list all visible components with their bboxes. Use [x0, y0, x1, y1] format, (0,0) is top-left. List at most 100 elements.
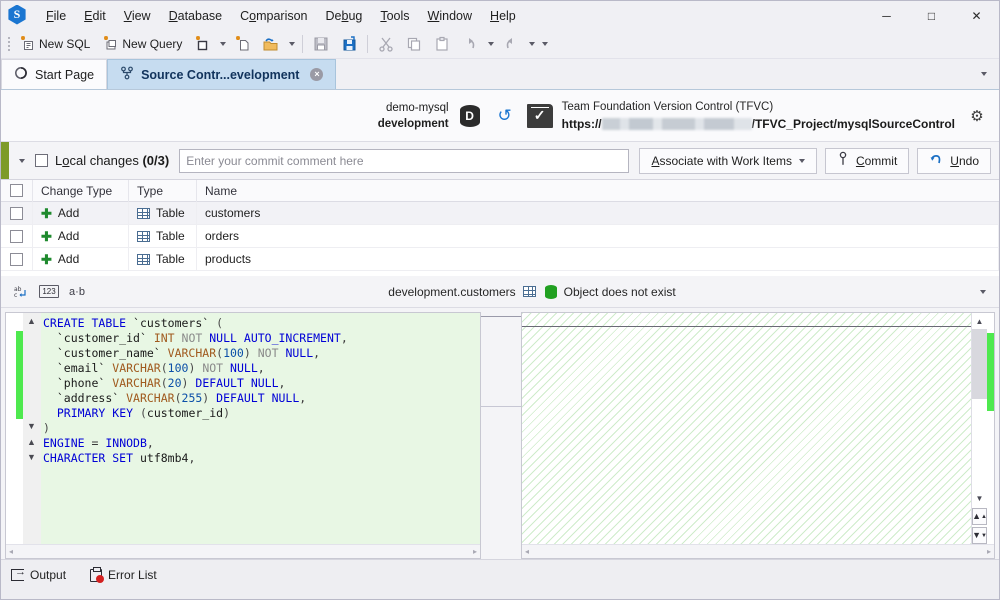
- column-header-type[interactable]: Type: [129, 179, 197, 202]
- table-row[interactable]: ✚ Add Table products: [1, 247, 999, 271]
- menu-item-help[interactable]: Help: [481, 5, 525, 27]
- refresh-icon: ↺: [497, 105, 512, 125]
- settings-gear-button[interactable]: ⚙: [965, 104, 989, 128]
- line-numbers-icon[interactable]: 123: [37, 281, 61, 303]
- menu-item-database[interactable]: Database: [160, 5, 232, 27]
- menu-item-window[interactable]: Window: [419, 5, 481, 27]
- hscroll-left-icon[interactable]: ◂: [525, 547, 529, 556]
- row-checkbox[interactable]: [10, 229, 23, 243]
- dock-tab-output[interactable]: Output: [1, 564, 80, 586]
- cut-button[interactable]: [372, 33, 400, 56]
- row-checkbox[interactable]: [10, 252, 23, 266]
- left-editor-margin: [6, 313, 16, 544]
- menu-item-debug[interactable]: Debug: [317, 5, 372, 27]
- row-select-cell[interactable]: [1, 224, 33, 248]
- diff-toolbar-overflow-button[interactable]: [971, 281, 995, 303]
- database-icon: D: [457, 102, 483, 130]
- refresh-button[interactable]: ↺: [491, 102, 519, 130]
- menu-item-edit[interactable]: Edit: [75, 5, 115, 27]
- scroll-next-change-icon[interactable]: ▼: [27, 452, 36, 462]
- local-changes-expander[interactable]: [9, 142, 35, 179]
- row-checkbox[interactable]: [10, 206, 23, 220]
- undo-changes-button[interactable]: Undo: [917, 147, 991, 174]
- hscroll-right-icon[interactable]: ▸: [473, 547, 477, 556]
- new-project-dropdown[interactable]: [216, 33, 229, 55]
- save-button[interactable]: [307, 33, 335, 56]
- open-folder-button[interactable]: [257, 33, 285, 56]
- row-select-cell[interactable]: [1, 201, 33, 225]
- changes-grid-header: Change Type Type Name: [1, 179, 999, 202]
- right-editor-vscrollbar[interactable]: ▲ ▼ ▲ ▲ ▼ ▼: [971, 313, 987, 544]
- bottom-dock: Output Error List: [1, 559, 999, 599]
- right-editor-hscrollbar[interactable]: ◂ ▸: [522, 544, 994, 558]
- select-all-changes-checkbox[interactable]: [35, 154, 48, 167]
- whitespace-icon[interactable]: a·b: [65, 281, 89, 303]
- column-header-change-type[interactable]: Change Type: [33, 179, 129, 202]
- redo-button[interactable]: [497, 33, 525, 56]
- table-row[interactable]: ✚ Add Table customers: [1, 201, 999, 225]
- menu-item-comparison[interactable]: Comparison: [231, 5, 316, 27]
- diff-editor-right-body: ▲ ▼ ▲ ▲ ▼ ▼: [522, 313, 994, 544]
- row-type-cell: Table: [129, 247, 197, 271]
- local-changes-count: (0/3): [142, 153, 170, 168]
- tab-close-icon[interactable]: ×: [310, 68, 324, 81]
- tab-start-page[interactable]: Start Page: [1, 59, 108, 89]
- commit-bar: Local changes (0/3) Enter your commit co…: [1, 142, 999, 180]
- next-difference-button[interactable]: ▼ ▼: [972, 527, 987, 544]
- diff-editor-right[interactable]: ▲ ▼ ▲ ▲ ▼ ▼ ◂ ▸: [521, 312, 995, 559]
- menu-bar: File Edit View Database Comparison Debug…: [37, 5, 864, 27]
- diff-editor-left[interactable]: ▲ ▼ ▲ ▼ CREATE TABLE `customers` ( `cust…: [5, 312, 481, 559]
- scroll-prev-change-icon[interactable]: ▲: [27, 437, 36, 447]
- scroll-down-button[interactable]: ▼: [972, 490, 988, 506]
- vscroll-thumb[interactable]: [971, 329, 987, 399]
- open-folder-dropdown[interactable]: [285, 33, 298, 55]
- fold-collapse-icon[interactable]: ▲: [27, 316, 36, 326]
- undo-button[interactable]: [456, 33, 484, 56]
- sql-code-left[interactable]: CREATE TABLE `customers` ( `customer_id`…: [41, 313, 480, 544]
- table-row[interactable]: ✚ Add Table orders: [1, 224, 999, 248]
- menu-item-view[interactable]: View: [115, 5, 160, 27]
- hscroll-right-icon[interactable]: ▸: [987, 547, 991, 556]
- prev-difference-button[interactable]: ▲ ▲: [972, 508, 987, 525]
- word-wrap-icon[interactable]: ab c: [9, 281, 33, 303]
- header-checkbox[interactable]: [10, 184, 23, 197]
- undo-dropdown[interactable]: [484, 33, 497, 55]
- new-project-button[interactable]: [188, 33, 216, 56]
- left-fold-gutter[interactable]: ▲ ▼ ▲ ▼: [23, 313, 41, 544]
- commit-button[interactable]: Commit: [824, 147, 910, 174]
- new-query-button[interactable]: New Query: [96, 33, 188, 56]
- left-editor-hscrollbar[interactable]: ◂ ▸: [6, 544, 480, 558]
- copy-button[interactable]: [400, 33, 428, 56]
- header-select-all[interactable]: [1, 179, 33, 202]
- paste-button[interactable]: [428, 33, 456, 56]
- dock-tab-error-list[interactable]: Error List: [80, 564, 171, 586]
- commit-comment-input[interactable]: Enter your commit comment here: [179, 148, 630, 173]
- menu-item-tools[interactable]: Tools: [371, 5, 418, 27]
- tab-source-control[interactable]: Source Contr...evelopment ×: [107, 59, 337, 89]
- tab-overflow-button[interactable]: [969, 59, 999, 89]
- scroll-up-button[interactable]: ▲: [972, 313, 988, 329]
- overview-change-marker: [987, 333, 994, 411]
- minimize-button[interactable]: ─: [864, 1, 909, 30]
- row-select-cell[interactable]: [1, 247, 33, 271]
- fold-expand-icon[interactable]: ▼: [27, 421, 36, 431]
- column-header-name[interactable]: Name: [197, 180, 999, 202]
- changes-grid: Change Type Type Name ✚ Add Table custom…: [1, 179, 999, 321]
- save-all-button[interactable]: [335, 33, 363, 56]
- new-sql-button[interactable]: New SQL: [13, 33, 96, 56]
- error-list-icon: [90, 566, 105, 583]
- row-change-type-cell: ✚ Add: [33, 201, 129, 225]
- source-control-icon: [120, 66, 134, 83]
- maximize-button[interactable]: □: [909, 1, 954, 30]
- toolbar-grip[interactable]: [5, 35, 13, 53]
- associate-work-items-button[interactable]: Associate with Work Items: [639, 147, 817, 174]
- hscroll-left-icon[interactable]: ◂: [9, 547, 13, 556]
- redo-dropdown[interactable]: [525, 33, 538, 55]
- toolbar-overflow-button[interactable]: [538, 33, 551, 55]
- close-button[interactable]: ✕: [954, 1, 999, 30]
- new-file-button[interactable]: [229, 33, 257, 56]
- menu-item-file[interactable]: File: [37, 5, 75, 27]
- vscroll-track[interactable]: [971, 329, 988, 490]
- right-overview-ruler[interactable]: [987, 313, 994, 544]
- add-icon: ✚: [41, 251, 52, 267]
